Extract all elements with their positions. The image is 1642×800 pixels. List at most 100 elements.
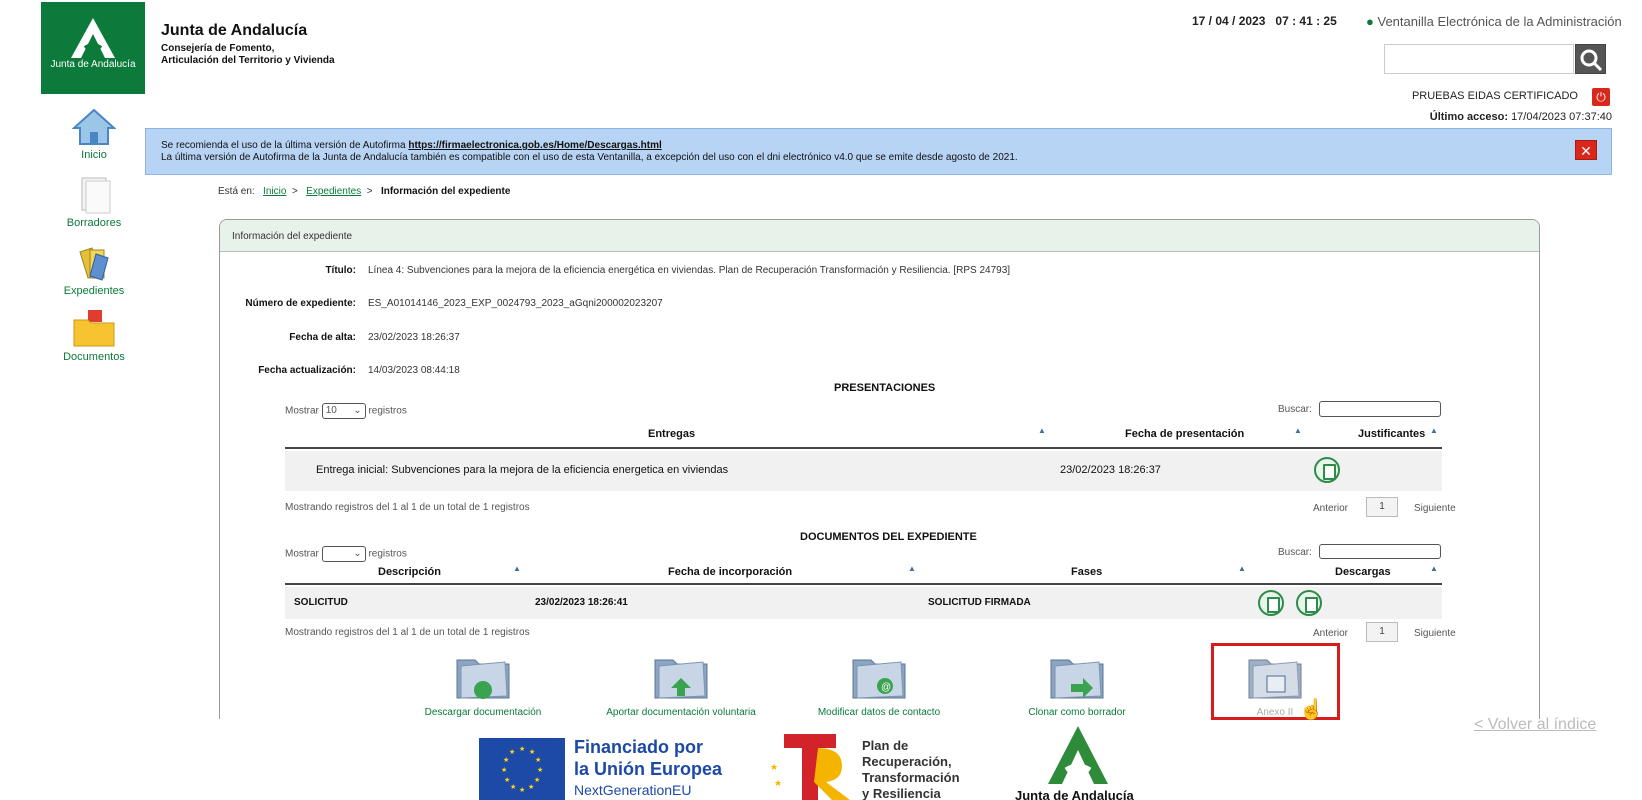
search-button[interactable] [1575, 44, 1606, 74]
ventanilla-link[interactable]: ● Ventanilla Electrónica de la Administr… [1366, 14, 1622, 29]
svg-text:★: ★ [535, 756, 541, 764]
documentos-next[interactable]: Siguiente [1414, 628, 1456, 639]
mostrar-label: Mostrar [285, 548, 319, 560]
download-icon[interactable] [1258, 590, 1284, 616]
sort-icon[interactable]: ▲ [908, 564, 916, 573]
fecha-actualizacion-label: Fecha actualización: [258, 365, 356, 376]
svg-text:★: ★ [501, 766, 507, 774]
prtr-line-4: y Resiliencia [862, 786, 941, 800]
sort-icon[interactable]: ▲ [513, 564, 521, 573]
presentaciones-search-input[interactable] [1319, 401, 1441, 417]
chevron-down-icon: ⌄ [353, 548, 362, 559]
sort-icon[interactable]: ▲ [1430, 426, 1438, 435]
svg-text:★: ★ [528, 783, 534, 791]
presentaciones-page-size-select[interactable]: 10 ⌄ [321, 403, 366, 419]
presentaciones-page-1[interactable]: 1 [1366, 497, 1398, 517]
notice-line-2: La última versión de Autofirma de la Jun… [161, 152, 1018, 163]
datetime: 17 / 04 / 2023 07 : 41 : 25 [1192, 14, 1337, 28]
presentaciones-prev[interactable]: Anterior [1313, 503, 1348, 514]
notice-text: Se recomienda el uso de la última versió… [161, 140, 1018, 164]
clonar-borrador-label: Clonar como borrador [1028, 707, 1126, 718]
junta-a-icon [71, 18, 115, 58]
table-header-rule [285, 447, 1442, 449]
nav-expedientes[interactable]: Expedientes [56, 244, 132, 297]
col-fecha-incorporacion[interactable]: Fecha de incorporación [668, 566, 792, 578]
junta-footer-name: Junta de Andalucía [1015, 788, 1134, 800]
nav-borradores[interactable]: Borradores [56, 176, 132, 229]
documentos-search-input[interactable] [1319, 544, 1441, 559]
breadcrumb-sep: > [291, 186, 298, 197]
junta-footer-logo-icon [1048, 726, 1108, 791]
autofirma-link[interactable]: https://firmaelectronica.gob.es/Home/Des… [408, 140, 661, 151]
eu-line-3: NextGenerationEU [574, 782, 692, 798]
aportar-documentacion-button[interactable]: Aportar documentación voluntaria [596, 652, 766, 718]
last-access: Último acceso: 17/04/2023 07:37:40 [1380, 111, 1612, 123]
titulo-value: Línea 4: Subvenciones para la mejora de … [368, 265, 1011, 276]
documentos-page-size-select[interactable]: ⌄ [321, 546, 366, 562]
location-pin-icon: ● [1366, 14, 1374, 29]
clonar-borrador-button[interactable]: Clonar como borrador [992, 652, 1162, 718]
eu-flag-icon: ★ ★ ★ ★ ★ ★ ★ ★ ★ ★ ★ ★ [479, 738, 565, 800]
documentos-page-1[interactable]: 1 [1366, 622, 1398, 642]
sort-icon[interactable]: ▲ [1294, 426, 1302, 435]
svg-text:@: @ [881, 682, 891, 693]
col-descargas[interactable]: Descargas [1335, 566, 1391, 578]
svg-text:★: ★ [503, 756, 509, 764]
breadcrumb-inicio[interactable]: Inicio [263, 186, 286, 197]
nav-documentos[interactable]: Documentos [56, 310, 132, 363]
presentaciones-next[interactable]: Siguiente [1414, 503, 1456, 514]
eu-line-1: Financiado por [574, 737, 704, 757]
folder-download-icon [456, 659, 510, 699]
presentaciones-mostrar: Mostrar 10 ⌄ registros [285, 403, 407, 419]
svg-text:★: ★ [509, 748, 515, 756]
prtr-line-2: Recuperación, [862, 754, 952, 769]
entrega-cell: Entrega inicial: Subvenciones para la me… [316, 464, 729, 476]
modificar-datos-contacto-button[interactable]: @ Modificar datos de contacto [794, 652, 964, 718]
presentaciones-buscar-label: Buscar: [1278, 404, 1312, 415]
last-access-value: 17/04/2023 07:37:40 [1511, 111, 1612, 123]
logo-text: Junta de Andalucía [50, 59, 136, 70]
close-notice-button[interactable]: ✕ [1575, 140, 1597, 160]
descargar-documentacion-label: Descargar documentación [424, 707, 542, 718]
hand-cursor-icon: ☝ [1299, 699, 1324, 721]
nav-inicio[interactable]: Inicio [56, 108, 132, 161]
last-access-label: Último acceso: [1429, 111, 1508, 123]
chevron-down-icon: ⌄ [353, 405, 362, 416]
volver-indice-link[interactable]: < Volver al índice [1474, 716, 1596, 734]
documentos-title: DOCUMENTOS DEL EXPEDIENTE [800, 531, 977, 543]
justificante-download-icon[interactable] [1314, 457, 1340, 483]
col-descripcion[interactable]: Descripción [378, 566, 441, 578]
sort-icon[interactable]: ▲ [1430, 564, 1438, 573]
sort-icon[interactable]: ▲ [1238, 564, 1246, 573]
documentos-prev[interactable]: Anterior [1313, 628, 1348, 639]
descripcion-cell: SOLICITUD [294, 597, 348, 608]
svg-text:★: ★ [504, 776, 510, 784]
user-name: PRUEBAS EIDAS CERTIFICADO [1411, 90, 1578, 102]
titulo-label: Título: [325, 265, 356, 276]
col-entregas[interactable]: Entregas [648, 428, 695, 440]
org-subtitle-line-2: Articulación del Territorio y Vivienda [161, 55, 335, 66]
org-subtitle-line-1: Consejería de Fomento, [161, 43, 275, 54]
fecha-actualizacion-value: 14/03/2023 08:44:18 [368, 365, 460, 376]
page-size-value: 10 [325, 405, 337, 416]
logout-power-icon[interactable]: ⏻ [1592, 88, 1610, 106]
junta-logo[interactable]: Junta de Andalucía [41, 2, 145, 94]
justificante-icon[interactable] [1296, 590, 1322, 616]
numero-expediente-label: Número de expediente: [245, 298, 356, 309]
col-justificantes[interactable]: Justificantes [1358, 428, 1425, 440]
search-input[interactable] [1384, 44, 1574, 74]
sort-icon[interactable]: ▲ [1038, 426, 1046, 435]
prtr-icon: ★ ★ [770, 734, 850, 800]
folder-clone-icon [1050, 659, 1104, 699]
eu-funding-text: Financiado por la Unión Europea [574, 736, 722, 780]
prtr-line-1: Plan de [862, 738, 909, 753]
org-subtitle: Consejería de Fomento, Articulación del … [161, 43, 335, 67]
fecha-incorporacion-cell: 23/02/2023 18:26:41 [535, 597, 628, 608]
breadcrumb-expedientes[interactable]: Expedientes [306, 186, 361, 197]
svg-text:★: ★ [529, 748, 535, 756]
close-icon: ✕ [1580, 143, 1592, 159]
mostrar-label: Mostrar [285, 405, 319, 417]
descargar-documentacion-button[interactable]: Descargar documentación [398, 652, 568, 718]
col-fases[interactable]: Fases [1071, 566, 1102, 578]
col-fecha-presentacion[interactable]: Fecha de presentación [1125, 428, 1244, 440]
